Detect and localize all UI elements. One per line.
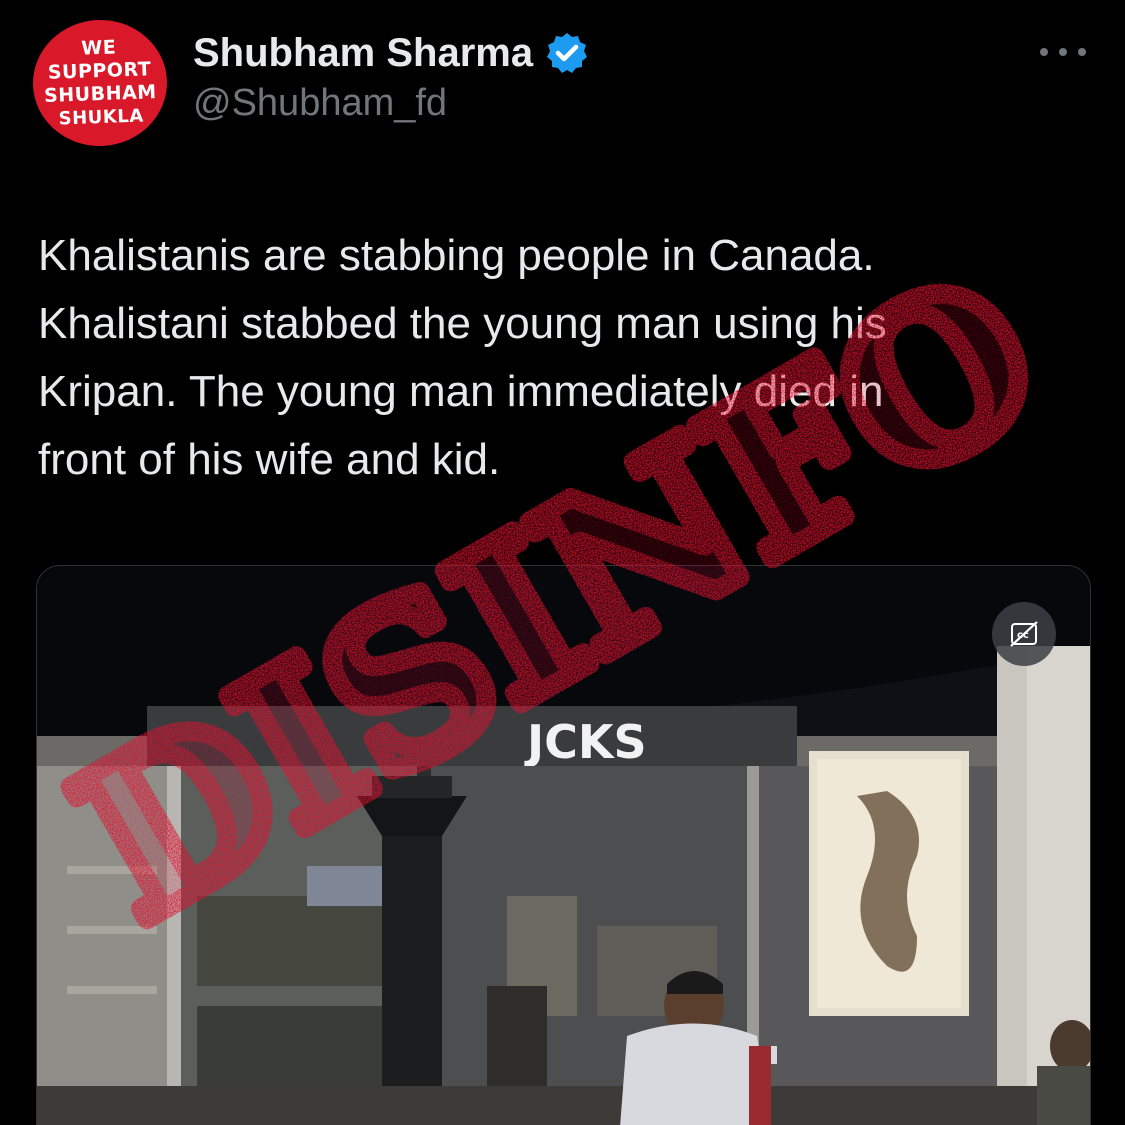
avatar-text-line: WE — [80, 36, 117, 60]
tweet-text-line: front of his wife and kid. — [38, 435, 501, 484]
tweet-text-line: Khalistanis are stabbing people in Canad… — [38, 231, 875, 280]
video-frame: JCKS — [37, 566, 1090, 1125]
display-name[interactable]: Shubham Sharma — [193, 31, 533, 76]
storefront-sign: JCKS — [524, 715, 647, 769]
user-handle[interactable]: @Shubham_fd — [193, 82, 447, 125]
dot — [1059, 48, 1067, 56]
tweet-text: Khalistanis are stabbing people in Canad… — [38, 222, 1098, 494]
closed-captions-off-icon[interactable]: cc — [992, 602, 1056, 666]
video-player[interactable]: JCKS — [36, 565, 1091, 1125]
avatar-text-line: SHUKLA — [58, 105, 145, 130]
more-horizontal-icon[interactable] — [1040, 40, 1086, 64]
dot — [1040, 48, 1048, 56]
user-name-row: Shubham Sharma — [193, 28, 589, 78]
avatar[interactable]: WE SUPPORT SHUBHAM SHUKLA — [30, 17, 170, 149]
tweet-text-line: Kripan. The young man immediately died i… — [38, 367, 884, 416]
tweet-text-line: Khalistani stabbed the young man using h… — [38, 299, 887, 348]
verified-badge-icon — [545, 31, 589, 75]
dot — [1078, 48, 1086, 56]
tweet-screenshot: WE SUPPORT SHUBHAM SHUKLA Shubham Sharma… — [0, 0, 1125, 1125]
